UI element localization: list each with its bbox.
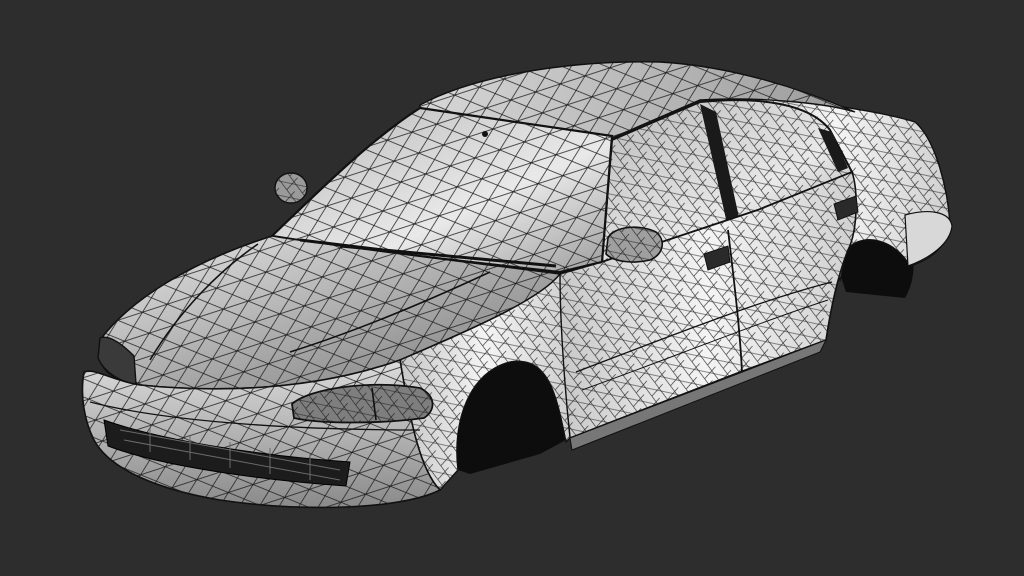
side-mirror-right [605,226,663,263]
car-body-render [81,61,953,509]
side-mirror-left [274,172,308,204]
render-viewport [0,0,1024,576]
